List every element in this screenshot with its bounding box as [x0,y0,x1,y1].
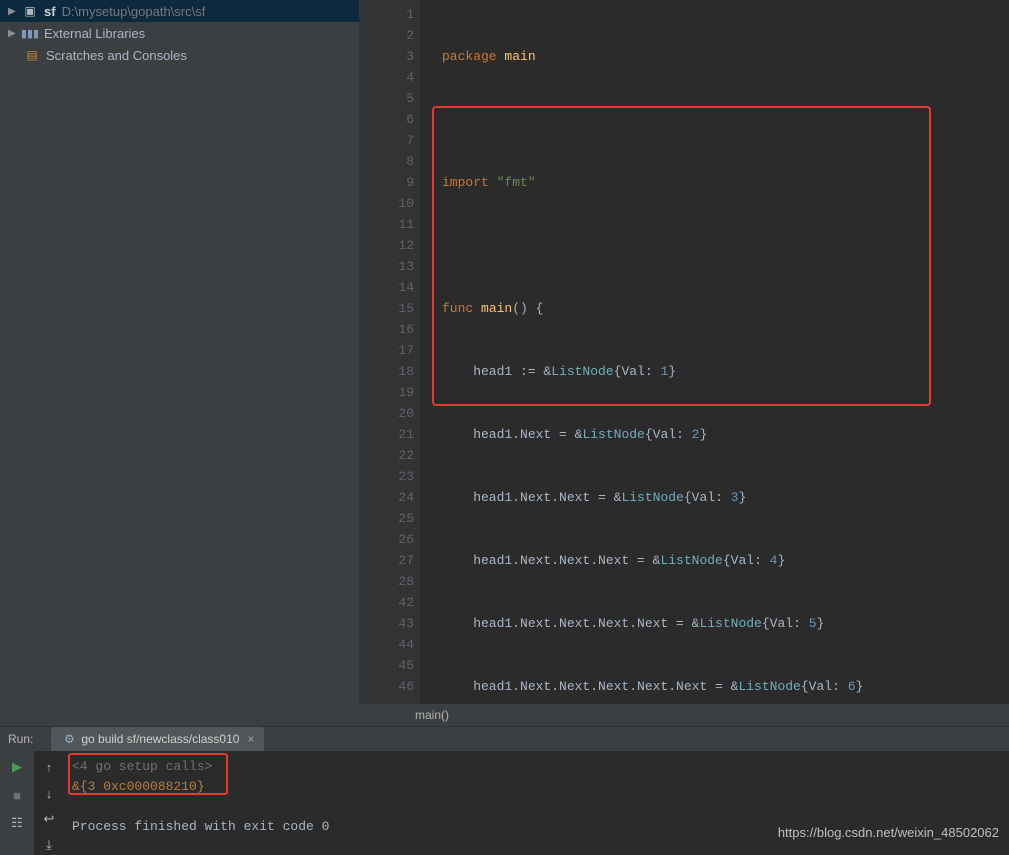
gutter: 1 2 3 4 5 6 7 8 9 10 11 12 13 14 15 16 1… [360,0,420,704]
scratch-icon: ▤ [24,47,40,63]
chevron-right-icon: ▶ [8,6,22,17]
folder-icon: ▣ [22,3,38,19]
code-line: func main() { [442,298,1009,319]
run-toolbar: ▶ ■ ☷ [0,751,34,855]
layout-button[interactable]: ☷ [7,813,27,833]
tree-item-label: External Libraries [44,26,145,41]
console-line: &{3 0xc000088210} [72,777,1001,797]
code-line [442,109,1009,130]
breadcrumb-item[interactable]: main() [415,708,449,722]
run-tab-label: go build sf/newclass/class010 [81,732,239,746]
rerun-button[interactable]: ▶ [7,757,27,777]
stop-button[interactable]: ■ [7,785,27,805]
watermark: https://blog.csdn.net/weixin_48502062 [778,825,999,840]
tree-item-path: D:\mysetup\gopath\src\sf [62,4,206,19]
code-line: import "fmt" [442,172,1009,193]
project-tree[interactable]: ▶ ▣ sf D:\mysetup\gopath\src\sf ▶ ▮▮▮ Ex… [0,0,360,704]
up-arrow-icon[interactable]: ↑ [39,757,59,777]
chevron-right-icon: ▶ [8,28,22,39]
console-line: <4 go setup calls> [72,757,1001,777]
close-icon[interactable]: × [247,732,254,746]
tree-item-label: Scratches and Consoles [46,48,187,63]
breadcrumb[interactable]: main() [0,704,1009,726]
library-icon: ▮▮▮ [22,25,38,41]
code-line: head1.Next.Next.Next = &ListNode{Val: 4} [442,550,1009,571]
console-line [72,797,1001,817]
tree-item-scratches[interactable]: ▤ Scratches and Consoles [0,44,359,66]
tree-item-external-libs[interactable]: ▶ ▮▮▮ External Libraries [0,22,359,44]
code-area[interactable]: package main import "fmt" func main() { … [420,0,1009,704]
tree-item-label: sf [44,4,56,19]
code-line: head1 := &ListNode{Val: 1} [442,361,1009,382]
gear-icon: ⚙ [61,731,77,747]
code-editor[interactable]: 1 2 3 4 5 6 7 8 9 10 11 12 13 14 15 16 1… [360,0,1009,704]
code-line: head1.Next = &ListNode{Val: 2} [442,424,1009,445]
run-config-tab[interactable]: ⚙ go build sf/newclass/class010 × [51,727,264,751]
code-line: head1.Next.Next = &ListNode{Val: 3} [442,487,1009,508]
scroll-end-icon[interactable]: ⤓ [39,835,59,855]
code-line [442,235,1009,256]
down-arrow-icon[interactable]: ↓ [39,783,59,803]
soft-wrap-icon[interactable]: ↩ [39,809,59,829]
code-line: head1.Next.Next.Next.Next.Next = &ListNo… [442,676,1009,697]
tree-item-sf[interactable]: ▶ ▣ sf D:\mysetup\gopath\src\sf [0,0,359,22]
run-label: Run: [8,732,33,746]
code-line: head1.Next.Next.Next.Next = &ListNode{Va… [442,613,1009,634]
code-line: package main [442,46,1009,67]
console-toolbar: ↑ ↓ ↩ ⤓ [34,751,64,855]
